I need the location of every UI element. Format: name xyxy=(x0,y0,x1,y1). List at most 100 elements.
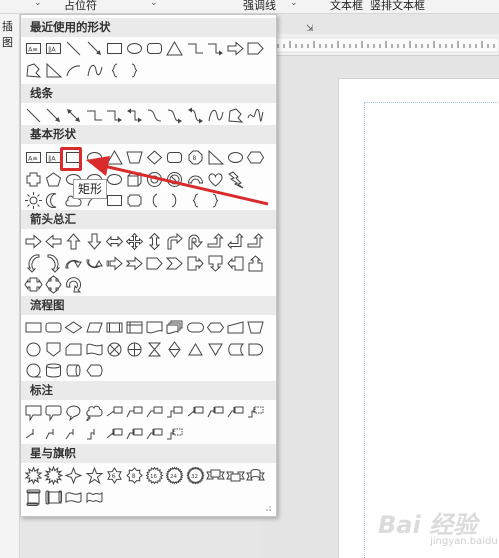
heart-icon[interactable] xyxy=(206,170,225,189)
scribble-icon[interactable] xyxy=(246,106,265,125)
magnetic-disk-icon[interactable] xyxy=(44,361,63,380)
left-arrow-icon[interactable] xyxy=(44,232,63,251)
freeform-icon[interactable] xyxy=(24,61,43,80)
left-bracket-icon[interactable] xyxy=(145,191,164,210)
resize-grip-icon[interactable] xyxy=(264,504,272,512)
notched-right-arrow-icon[interactable] xyxy=(125,254,144,273)
oval-icon[interactable] xyxy=(125,39,144,58)
line-callout-3-accent-icon[interactable] xyxy=(226,403,245,422)
hexagon-icon[interactable] xyxy=(246,148,265,167)
cube-icon[interactable] xyxy=(125,170,144,189)
bent-up-arrow-icon[interactable] xyxy=(206,232,225,251)
freeform-icon[interactable] xyxy=(226,106,245,125)
curve-icon[interactable] xyxy=(85,61,104,80)
down-ribbon-icon[interactable] xyxy=(226,466,245,485)
rectangle-icon[interactable] xyxy=(105,39,124,58)
right-triangle-icon[interactable] xyxy=(44,61,63,80)
pentagon-icon[interactable] xyxy=(44,170,63,189)
donut-icon[interactable] xyxy=(145,170,164,189)
sort-icon[interactable] xyxy=(165,340,184,359)
explosion-2-icon[interactable] xyxy=(44,466,64,485)
line-callout-3-icon[interactable] xyxy=(145,403,164,422)
star-4-icon[interactable] xyxy=(64,466,83,485)
dropdown-arrow-icon[interactable]: ⌄ xyxy=(150,0,158,8)
line-icon[interactable] xyxy=(64,39,83,58)
oval-icon[interactable] xyxy=(85,148,104,167)
rectangle-icon[interactable] xyxy=(105,191,124,210)
horizontal-ruler[interactable]: ⇲ xyxy=(262,24,499,56)
delay-icon[interactable] xyxy=(246,340,265,359)
line-callout-3-noborder-icon[interactable] xyxy=(64,425,83,444)
right-brace-icon[interactable] xyxy=(125,61,144,80)
process-icon[interactable] xyxy=(24,318,43,337)
vertical-textbox-button[interactable]: 竖排文本框 xyxy=(370,0,425,13)
arrow-line-icon[interactable] xyxy=(44,106,63,125)
line-callout-2-border-icon[interactable] xyxy=(125,425,144,444)
left-callout-arrow-icon[interactable] xyxy=(226,254,245,273)
merge-icon[interactable] xyxy=(206,340,225,359)
oval-icon[interactable] xyxy=(226,148,245,167)
plaque-icon[interactable] xyxy=(125,191,144,210)
elbow-connector-icon[interactable] xyxy=(85,106,104,125)
line-callout-4-noborder-icon[interactable] xyxy=(85,425,104,444)
line-callout-1-border-icon[interactable] xyxy=(105,425,124,444)
alternate-process-icon[interactable] xyxy=(44,318,63,337)
textbox-button[interactable]: 文本框 xyxy=(330,0,363,13)
right-triangle-icon[interactable] xyxy=(206,148,225,167)
rounded-callout-icon[interactable] xyxy=(44,403,63,422)
rectangular-callout-icon[interactable] xyxy=(24,403,43,422)
internal-storage-icon[interactable] xyxy=(125,318,144,337)
sequential-storage-icon[interactable] xyxy=(24,361,43,380)
double-arrow-line-icon[interactable] xyxy=(64,106,83,125)
line-callout-1-icon[interactable] xyxy=(105,403,124,422)
decision-icon[interactable] xyxy=(64,318,83,337)
rounded-rectangle-icon[interactable] xyxy=(165,148,184,167)
line-callout-3-border-icon[interactable] xyxy=(145,425,164,444)
summing-junction-icon[interactable] xyxy=(105,340,124,359)
trapezoid-icon[interactable] xyxy=(125,148,144,167)
lightning-icon[interactable] xyxy=(226,170,245,189)
stored-data-icon[interactable] xyxy=(226,340,245,359)
line-callout-2-accent-icon[interactable] xyxy=(206,403,225,422)
elbow-arrow-connector-icon[interactable] xyxy=(105,106,124,125)
right-bracket-icon[interactable] xyxy=(165,191,184,210)
connector-icon[interactable] xyxy=(24,340,43,359)
up-down-arrow-icon[interactable] xyxy=(145,232,164,251)
or-icon[interactable] xyxy=(125,340,144,359)
data-icon[interactable] xyxy=(85,318,104,337)
pentagon-arrow-icon[interactable] xyxy=(246,39,265,58)
octagon-icon[interactable]: 8 xyxy=(186,148,205,167)
horizontal-scroll-icon[interactable] xyxy=(44,488,63,507)
oval-icon[interactable] xyxy=(105,170,124,189)
punched-tape-icon[interactable] xyxy=(85,340,104,359)
line-callout-1-accent-icon[interactable] xyxy=(186,403,205,422)
right-arrow-icon[interactable] xyxy=(24,232,43,251)
right-callout-arrow-icon[interactable] xyxy=(186,254,205,273)
elbow-connector-icon[interactable] xyxy=(186,39,205,58)
bent-up-arrow-icon[interactable] xyxy=(246,232,265,251)
up-ribbon-icon[interactable] xyxy=(205,466,225,485)
striped-right-arrow-icon[interactable] xyxy=(105,254,124,273)
chevron-arrow-icon[interactable] xyxy=(165,254,184,273)
star-16-icon[interactable]: 16 xyxy=(145,466,164,485)
vertical-textbox-icon[interactable]: ‖A xyxy=(44,39,63,58)
direct-access-storage-icon[interactable] xyxy=(64,361,83,380)
extract-icon[interactable] xyxy=(186,340,205,359)
predefined-process-icon[interactable] xyxy=(105,318,124,337)
curved-double-arrow-icon[interactable] xyxy=(186,106,205,125)
diamond-icon[interactable] xyxy=(145,148,164,167)
multidocument-icon[interactable] xyxy=(165,318,184,337)
left-right-arrow-icon[interactable] xyxy=(105,232,124,251)
preparation-icon[interactable] xyxy=(206,318,225,337)
u-turn-arrow-icon[interactable] xyxy=(186,232,205,251)
explosion-1-icon[interactable] xyxy=(24,466,43,485)
wave-icon[interactable] xyxy=(64,488,83,507)
collate-icon[interactable] xyxy=(145,340,164,359)
star-5-icon[interactable] xyxy=(85,466,104,485)
display-icon[interactable] xyxy=(85,361,104,380)
down-callout-arrow-icon[interactable] xyxy=(206,254,225,273)
arrow-line-icon[interactable] xyxy=(85,39,104,58)
star-6-icon[interactable]: 6 xyxy=(105,466,124,485)
up-arrow-icon[interactable] xyxy=(64,232,83,251)
no-symbol-icon[interactable] xyxy=(165,170,184,189)
